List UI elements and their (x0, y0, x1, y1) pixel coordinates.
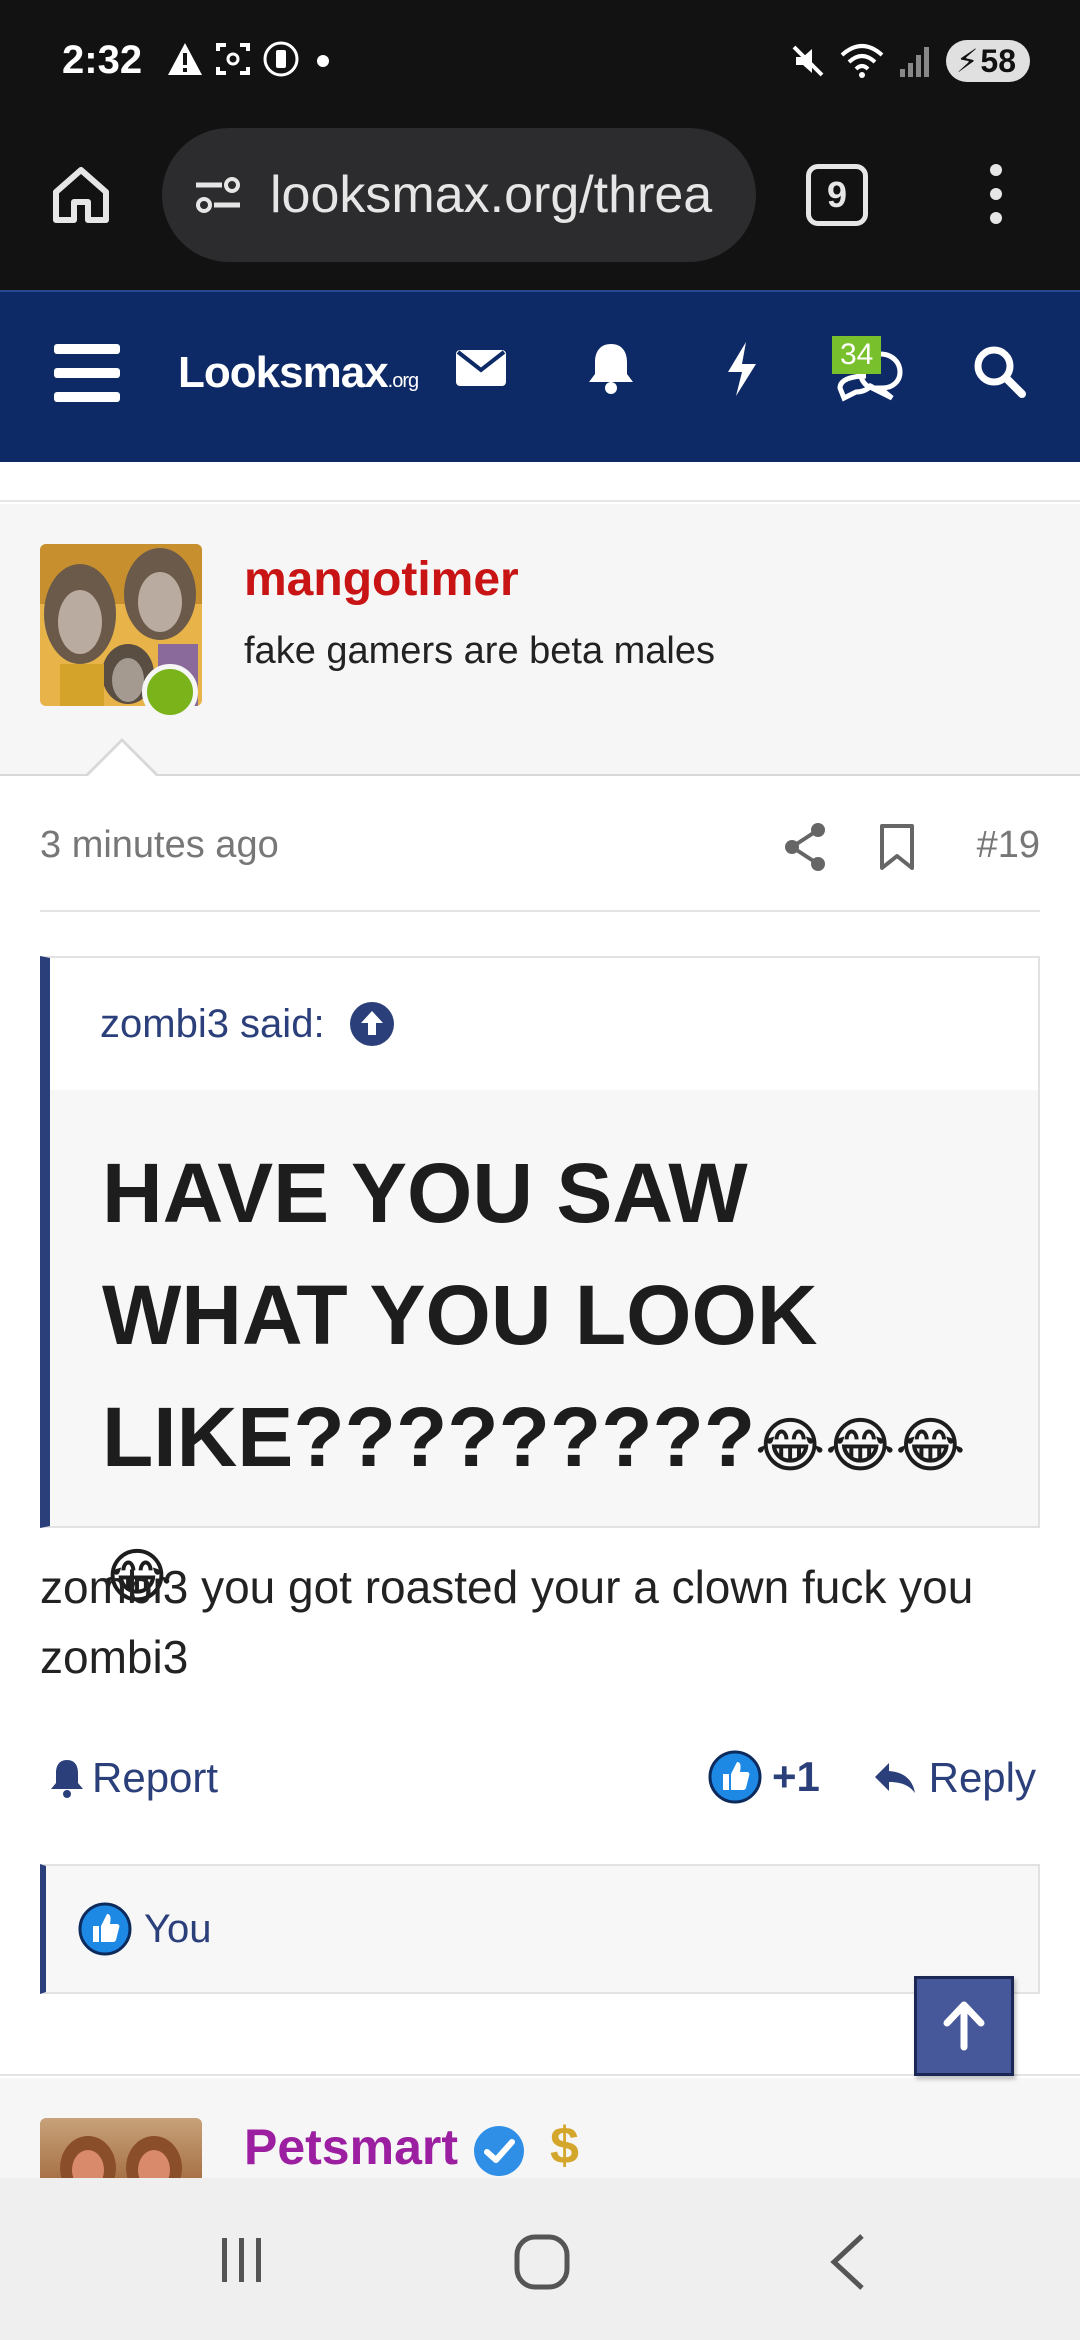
home-button-icon[interactable] (512, 2232, 572, 2292)
logo-text: Looksmax (178, 348, 389, 397)
search-icon[interactable] (972, 344, 1028, 400)
post-timestamp[interactable]: 3 minutes ago (40, 824, 279, 867)
report-button[interactable]: Report (48, 1754, 218, 1802)
post-meta-row: 3 minutes ago #19 (40, 810, 1040, 912)
vibrate-icon (263, 41, 299, 77)
conversations-badge: 34 (832, 336, 882, 374)
bell-icon[interactable] (584, 340, 638, 396)
bookmark-icon[interactable] (878, 822, 916, 872)
address-bar[interactable]: looksmax.org/threa (162, 128, 756, 262)
site-logo[interactable]: Looksmax.org (178, 348, 419, 398)
logo-suffix: .org (387, 370, 419, 392)
bell-icon (51, 1760, 83, 1798)
quote-text: HAVE YOU SAW WHAT YOU LOOK LIKE????????? (102, 1146, 818, 1484)
next-post-header: Petsmart $ (0, 2078, 1080, 2178)
back-icon[interactable] (826, 2232, 870, 2292)
online-status-indicator (142, 664, 198, 720)
recent-apps-icon[interactable] (214, 2232, 270, 2288)
status-right-icons: ⚡ 58 (790, 40, 1030, 82)
post-username[interactable]: Petsmart (244, 2118, 458, 2176)
status-time: 2:32 (62, 38, 143, 82)
reply-label: Reply (928, 1754, 1036, 1801)
battery-indicator: ⚡ 58 (945, 40, 1030, 82)
status-bar: 2:32 ⚡ 58 (0, 0, 1080, 128)
jump-to-quote-icon[interactable] (349, 1001, 395, 1047)
browser-toolbar: looksmax.org/threa 9 (0, 128, 1080, 290)
quote-author[interactable]: zombi3 said: (100, 1002, 325, 1047)
url-text: looksmax.org/threa (270, 166, 713, 224)
status-left-icons (166, 40, 336, 78)
post-user-header: mangotimer fake gamers are beta males (0, 504, 1080, 776)
browser-menu-icon[interactable] (990, 164, 1002, 224)
quote-header[interactable]: zombi3 said: (50, 958, 1038, 1090)
user-title: fake gamers are beta males (244, 630, 716, 672)
warning-icon (168, 43, 202, 75)
thumbs-up-icon (78, 1902, 132, 1956)
like-count: +1 (772, 1753, 820, 1800)
post-body: zombi3 you got roasted your a clown fuck… (40, 1561, 974, 1683)
dollar-badge-icon: $ (550, 2117, 579, 2175)
post-actions: Report +1 Reply (40, 1746, 1040, 1816)
battery-level: 58 (980, 42, 1016, 79)
dot-icon (317, 55, 329, 67)
lightning-icon[interactable] (722, 340, 762, 398)
reply-arrow-icon (874, 1763, 915, 1793)
mute-icon (792, 45, 824, 77)
signal-icon (899, 47, 929, 77)
avatar[interactable] (40, 2118, 202, 2178)
system-navigation-bar (0, 2178, 1080, 2340)
share-icon[interactable] (782, 822, 828, 872)
wifi-icon (840, 44, 884, 78)
content-spacer (0, 462, 1080, 502)
post-number[interactable]: #19 (977, 824, 1040, 867)
battery-charging-icon: ⚡ (955, 43, 979, 79)
arrow-up-icon (943, 2001, 985, 2051)
home-icon[interactable] (48, 162, 114, 228)
mail-icon[interactable] (454, 340, 508, 394)
tab-switcher-button[interactable]: 9 (806, 164, 868, 226)
screenshot-icon (216, 43, 250, 75)
site-navbar: Looksmax.org 34 (0, 290, 1080, 462)
reply-button[interactable]: Reply (873, 1754, 1036, 1802)
liked-by-list[interactable]: You (144, 1907, 212, 1952)
verified-badge-icon (474, 2126, 524, 2176)
report-label: Report (92, 1754, 219, 1801)
scroll-to-top-button[interactable] (914, 1976, 1014, 2076)
like-button[interactable]: +1 (708, 1750, 820, 1804)
header-pointer-fill (86, 742, 158, 778)
likes-summary[interactable]: You (40, 1864, 1040, 1994)
site-settings-icon[interactable] (192, 173, 244, 217)
quote-block: zombi3 said: HAVE YOU SAW WHAT YOU LOOK … (40, 956, 1040, 1610)
thumbs-up-icon (708, 1750, 762, 1804)
post-username[interactable]: mangotimer (244, 552, 519, 607)
menu-icon[interactable] (54, 344, 120, 402)
